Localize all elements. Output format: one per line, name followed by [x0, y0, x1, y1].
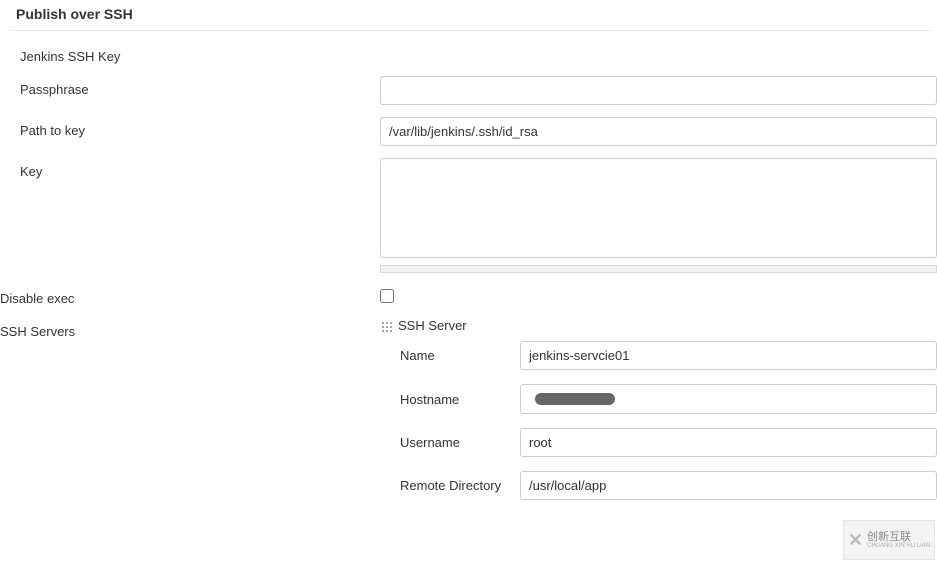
server-hostname-input[interactable] — [520, 384, 937, 414]
server-username-row: Username — [400, 428, 937, 457]
ssh-server-header: SSH Server — [380, 318, 937, 333]
server-name-input[interactable] — [520, 341, 937, 370]
server-hostname-row: Hostname — [400, 384, 937, 414]
server-hostname-label: Hostname — [400, 392, 520, 407]
server-name-row: Name — [400, 341, 937, 370]
drag-handle-icon[interactable] — [380, 320, 392, 332]
watermark-brand: 创新互联 — [867, 531, 930, 543]
watermark-sub: CHUANG XIN HU LIAN — [867, 543, 930, 550]
ssh-server-title: SSH Server — [398, 318, 467, 333]
server-name-label: Name — [400, 348, 520, 363]
ssh-servers-label: SSH Servers — [0, 318, 380, 339]
jenkins-ssh-key-label: Jenkins SSH Key — [20, 43, 380, 64]
server-username-input[interactable] — [520, 428, 937, 457]
passphrase-input[interactable] — [380, 76, 937, 105]
path-to-key-row: Path to key — [20, 117, 937, 146]
path-to-key-label: Path to key — [20, 117, 380, 138]
redacted-hostname — [535, 393, 615, 405]
key-textarea[interactable] — [380, 158, 937, 258]
section-title: Publish over SSH — [0, 0, 937, 30]
key-row: Key — [20, 158, 937, 273]
divider — [10, 30, 931, 31]
server-remote-dir-input[interactable] — [520, 471, 937, 500]
textarea-resize-hint — [380, 265, 937, 273]
passphrase-row: Passphrase — [20, 76, 937, 105]
watermark-icon: ✕ — [848, 530, 863, 551]
disable-exec-row: Disable exec — [0, 285, 937, 306]
watermark: ✕ 创新互联 CHUANG XIN HU LIAN — [843, 520, 935, 560]
passphrase-label: Passphrase — [20, 76, 380, 97]
server-remote-dir-row: Remote Directory — [400, 471, 937, 500]
server-remote-dir-label: Remote Directory — [400, 478, 520, 493]
server-username-label: Username — [400, 435, 520, 450]
ssh-servers-row: SSH Servers SSH Server Name Hostname — [0, 318, 937, 514]
key-label: Key — [20, 158, 380, 179]
disable-exec-label: Disable exec — [0, 285, 380, 306]
path-to-key-input[interactable] — [380, 117, 937, 146]
disable-exec-checkbox[interactable] — [380, 289, 394, 303]
jenkins-ssh-key-row: Jenkins SSH Key — [20, 43, 937, 64]
